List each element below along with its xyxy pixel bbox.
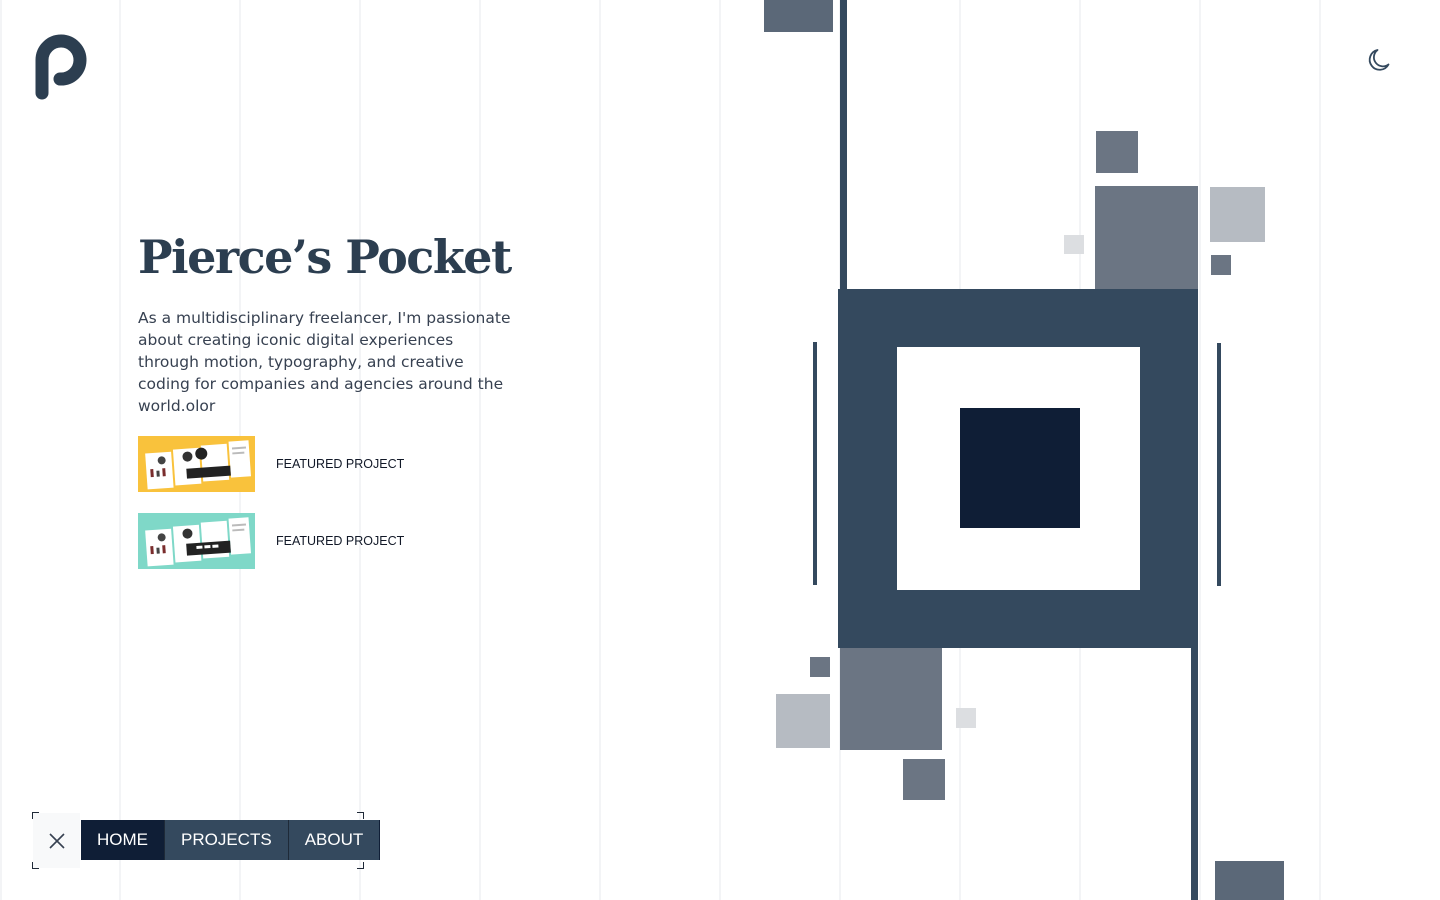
- deco-block: [840, 648, 942, 750]
- bottom-navigation: HOME PROJECTS ABOUT: [32, 812, 381, 869]
- project-label: FEATURED PROJECT: [276, 534, 405, 548]
- grid-line: [959, 0, 961, 900]
- deco-bar: [1191, 590, 1198, 900]
- grid-line: [1079, 0, 1081, 900]
- deco-block: [1064, 235, 1084, 254]
- close-icon: [48, 832, 65, 849]
- grid-line: [839, 0, 841, 900]
- page: Pierce’s Pocket As a multidisciplinary f…: [0, 0, 1440, 900]
- deco-block: [1211, 255, 1231, 275]
- deco-block: [1210, 187, 1265, 242]
- deco-block: [1215, 861, 1284, 900]
- project-thumbnail: [138, 513, 255, 569]
- grid-line: [599, 0, 601, 900]
- p-logo-icon: [35, 34, 87, 100]
- page-title: Pierce’s Pocket: [138, 230, 512, 284]
- grid-line: [119, 0, 121, 900]
- deco-frame: [838, 289, 1198, 648]
- grid-line: [719, 0, 721, 900]
- deco-block: [1096, 131, 1138, 173]
- theme-toggle-button[interactable]: [1364, 44, 1396, 76]
- deco-bar: [813, 342, 817, 585]
- nav-item-about[interactable]: ABOUT: [288, 820, 381, 860]
- nav-close-button[interactable]: [33, 813, 80, 868]
- project-preview-image: [145, 517, 251, 567]
- frame-corner: [357, 862, 364, 869]
- deco-block: [764, 0, 833, 32]
- deco-bar: [840, 0, 847, 290]
- project-preview-image: [145, 440, 251, 490]
- deco-frame-inner: [897, 347, 1140, 590]
- grid-line: [479, 0, 481, 900]
- nav-menu: HOME PROJECTS ABOUT: [81, 820, 381, 860]
- grid-line: [0, 0, 2, 900]
- deco-block: [810, 657, 830, 677]
- intro-paragraph: As a multidisciplinary freelancer, I'm p…: [138, 309, 511, 415]
- featured-project-card[interactable]: FEATURED PROJECT: [138, 436, 404, 492]
- nav-item-home[interactable]: HOME: [81, 820, 165, 860]
- nav-item-projects[interactable]: PROJECTS: [165, 820, 289, 860]
- deco-core: [960, 408, 1080, 528]
- deco-block: [903, 759, 945, 800]
- featured-project-card[interactable]: FEATURED PROJECT: [138, 513, 404, 569]
- project-label: FEATURED PROJECT: [276, 457, 405, 471]
- deco-block: [1095, 186, 1198, 290]
- deco-block: [776, 694, 830, 748]
- frame-corner: [357, 812, 364, 819]
- deco-bar: [1217, 343, 1221, 586]
- grid-line: [1319, 0, 1321, 900]
- project-thumbnail: [138, 436, 255, 492]
- site-logo[interactable]: [33, 33, 89, 101]
- grid-line: [1199, 0, 1201, 900]
- moon-icon: [1368, 49, 1390, 71]
